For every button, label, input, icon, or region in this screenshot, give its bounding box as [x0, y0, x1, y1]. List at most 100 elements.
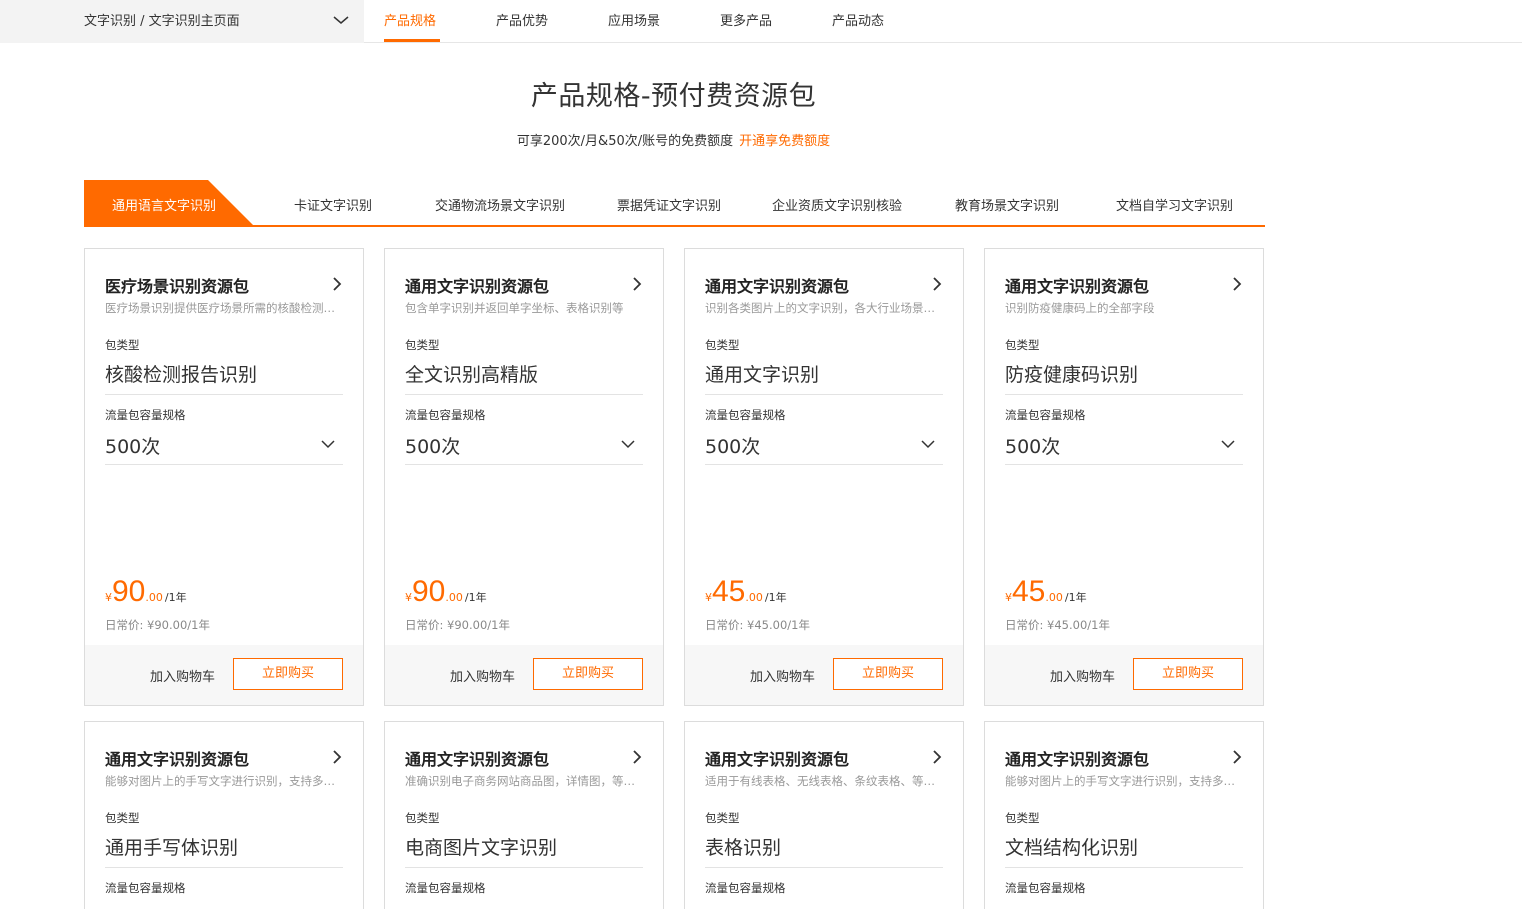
chevron-down-icon[interactable]: [921, 439, 935, 449]
card-description: 包含单字识别并返回单字坐标、表格识别等: [405, 301, 624, 315]
card-description: 能够对图片上的手写文字进行识别，支持多种场景: [105, 774, 343, 788]
product-card: 通用文字识别资源包 准确识别电子商务网站商品图，详情图，等多种图片 包类型 电商…: [384, 721, 664, 909]
product-card: 医疗场景识别资源包 医疗场景识别提供医疗场景所需的核酸检测报告识别 包类型 核酸…: [84, 248, 364, 706]
nav-tab-more-products[interactable]: 更多产品: [720, 10, 772, 29]
capacity-label: 流量包容量规格: [405, 408, 486, 422]
original-price: 日常价: ¥90.00/1年: [405, 618, 510, 632]
category-tab-invoice[interactable]: 票据凭证文字识别: [617, 195, 721, 214]
buy-now-button[interactable]: 立即购买: [233, 658, 343, 690]
package-type-label: 包类型: [705, 338, 740, 352]
card-title[interactable]: 通用文字识别资源包: [105, 746, 249, 770]
category-tab-transport[interactable]: 交通物流场景文字识别: [435, 195, 565, 214]
breadcrumb-dropdown[interactable]: 文字识别 / 文字识别主页面: [0, 0, 364, 43]
divider: [405, 394, 643, 395]
package-type-label: 包类型: [705, 811, 740, 825]
package-type-label: 包类型: [105, 338, 140, 352]
nav-tab-advantages[interactable]: 产品优势: [496, 10, 548, 29]
card-footer: 加入购物车 立即购买: [385, 645, 663, 705]
divider: [1005, 464, 1243, 465]
original-price: 日常价: ¥45.00/1年: [1005, 618, 1110, 632]
card-title[interactable]: 医疗场景识别资源包: [105, 273, 249, 297]
card-title[interactable]: 通用文字识别资源包: [405, 746, 549, 770]
chevron-right-icon[interactable]: [931, 750, 943, 764]
nav-tab-specs[interactable]: 产品规格: [384, 10, 436, 29]
nav-tab-news[interactable]: 产品动态: [832, 10, 884, 29]
chevron-right-icon[interactable]: [331, 277, 343, 291]
product-card: 通用文字识别资源包 识别防疫健康码上的全部字段 包类型 防疫健康码识别 流量包容…: [984, 248, 1264, 706]
package-type-label: 包类型: [405, 811, 440, 825]
chevron-down-icon[interactable]: [621, 439, 635, 449]
add-to-cart-button[interactable]: 加入购物车: [450, 666, 515, 685]
capacity-label: 流量包容量规格: [405, 881, 486, 895]
chevron-right-icon[interactable]: [1231, 277, 1243, 291]
chevron-down-icon[interactable]: [321, 439, 335, 449]
card-title[interactable]: 通用文字识别资源包: [1005, 746, 1149, 770]
category-underline: [84, 225, 1265, 227]
category-tab-cards[interactable]: 卡证文字识别: [294, 195, 372, 214]
chevron-right-icon[interactable]: [1231, 750, 1243, 764]
card-footer: 加入购物车 立即购买: [985, 645, 1263, 705]
category-tabs: 通用语言文字识别 卡证文字识别 交通物流场景文字识别 票据凭证文字识别 企业资质…: [84, 180, 1265, 228]
chevron-right-icon[interactable]: [931, 277, 943, 291]
free-quota-text: 可享200次/月&50次/账号的免费额度: [516, 134, 734, 149]
add-to-cart-button[interactable]: 加入购物车: [150, 666, 215, 685]
card-title[interactable]: 通用文字识别资源包: [705, 746, 849, 770]
capacity-select[interactable]: 500次: [1005, 432, 1060, 459]
capacity-label: 流量包容量规格: [705, 881, 786, 895]
divider: [705, 394, 943, 395]
card-title[interactable]: 通用文字识别资源包: [405, 273, 549, 297]
price: ¥45.00/1年: [1005, 575, 1087, 608]
product-card: 通用文字识别资源包 能够对图片上的手写文字进行识别，支持多种场景 包类型 文档结…: [984, 721, 1264, 909]
divider: [405, 464, 643, 465]
category-tab-general: 通用语言文字识别: [112, 199, 217, 214]
divider: [1005, 867, 1243, 868]
category-tab-self-learning[interactable]: 文档自学习文字识别: [1116, 195, 1233, 214]
chevron-down-icon[interactable]: [1221, 439, 1235, 449]
breadcrumb: 文字识别 / 文字识别主页面: [84, 14, 240, 29]
package-type-value: 电商图片文字识别: [405, 837, 558, 859]
category-tab-active[interactable]: 通用语言文字识别: [84, 180, 254, 226]
product-card: 通用文字识别资源包 识别各类图片上的文字识别，各大行业场景均可使用 包类型 通用…: [684, 248, 964, 706]
capacity-select[interactable]: 500次: [405, 432, 460, 459]
buy-now-button[interactable]: 立即购买: [833, 658, 943, 690]
card-title[interactable]: 通用文字识别资源包: [705, 273, 849, 297]
card-title[interactable]: 通用文字识别资源包: [1005, 273, 1149, 297]
package-type-value: 全文识别高精版: [405, 364, 539, 386]
card-description: 识别防疫健康码上的全部字段: [1005, 301, 1155, 315]
package-type-label: 包类型: [105, 811, 140, 825]
capacity-select[interactable]: 500次: [105, 432, 160, 459]
package-type-value: 通用手写体识别: [105, 837, 239, 859]
package-type-label: 包类型: [1005, 811, 1040, 825]
capacity-label: 流量包容量规格: [1005, 881, 1086, 895]
active-tab-indicator: [384, 39, 440, 42]
category-tab-education[interactable]: 教育场景文字识别: [955, 195, 1059, 214]
product-card: 通用文字识别资源包 包含单字识别并返回单字坐标、表格识别等 包类型 全文识别高精…: [384, 248, 664, 706]
capacity-label: 流量包容量规格: [105, 881, 186, 895]
divider: [105, 867, 343, 868]
category-tab-enterprise[interactable]: 企业资质文字识别核验: [772, 195, 902, 214]
add-to-cart-button[interactable]: 加入购物车: [750, 666, 815, 685]
package-type-value: 防疫健康码识别: [1005, 364, 1139, 386]
free-quota-link[interactable]: 开通享免费额度: [739, 134, 830, 149]
divider: [1005, 394, 1243, 395]
divider: [105, 394, 343, 395]
capacity-label: 流量包容量规格: [705, 408, 786, 422]
chevron-right-icon[interactable]: [631, 277, 643, 291]
card-description: 能够对图片上的手写文字进行识别，支持多种场景: [1005, 774, 1243, 788]
package-type-value: 通用文字识别: [705, 364, 820, 386]
divider: [705, 464, 943, 465]
buy-now-button[interactable]: 立即购买: [533, 658, 643, 690]
product-card: 通用文字识别资源包 能够对图片上的手写文字进行识别，支持多种场景 包类型 通用手…: [84, 721, 364, 909]
capacity-select[interactable]: 500次: [705, 432, 760, 459]
product-card: 通用文字识别资源包 适用于有线表格、无线表格、条纹表格、等多种表格 包类型 表格…: [684, 721, 964, 909]
page-title: 产品规格-预付费资源包: [530, 81, 817, 112]
chevron-right-icon[interactable]: [331, 750, 343, 764]
package-type-label: 包类型: [405, 338, 440, 352]
capacity-label: 流量包容量规格: [105, 408, 186, 422]
package-type-value: 核酸检测报告识别: [105, 364, 258, 386]
add-to-cart-button[interactable]: 加入购物车: [1050, 666, 1115, 685]
nav-tab-scenarios[interactable]: 应用场景: [608, 10, 660, 29]
chevron-right-icon[interactable]: [631, 750, 643, 764]
buy-now-button[interactable]: 立即购买: [1133, 658, 1243, 690]
chevron-down-icon: [333, 16, 349, 24]
